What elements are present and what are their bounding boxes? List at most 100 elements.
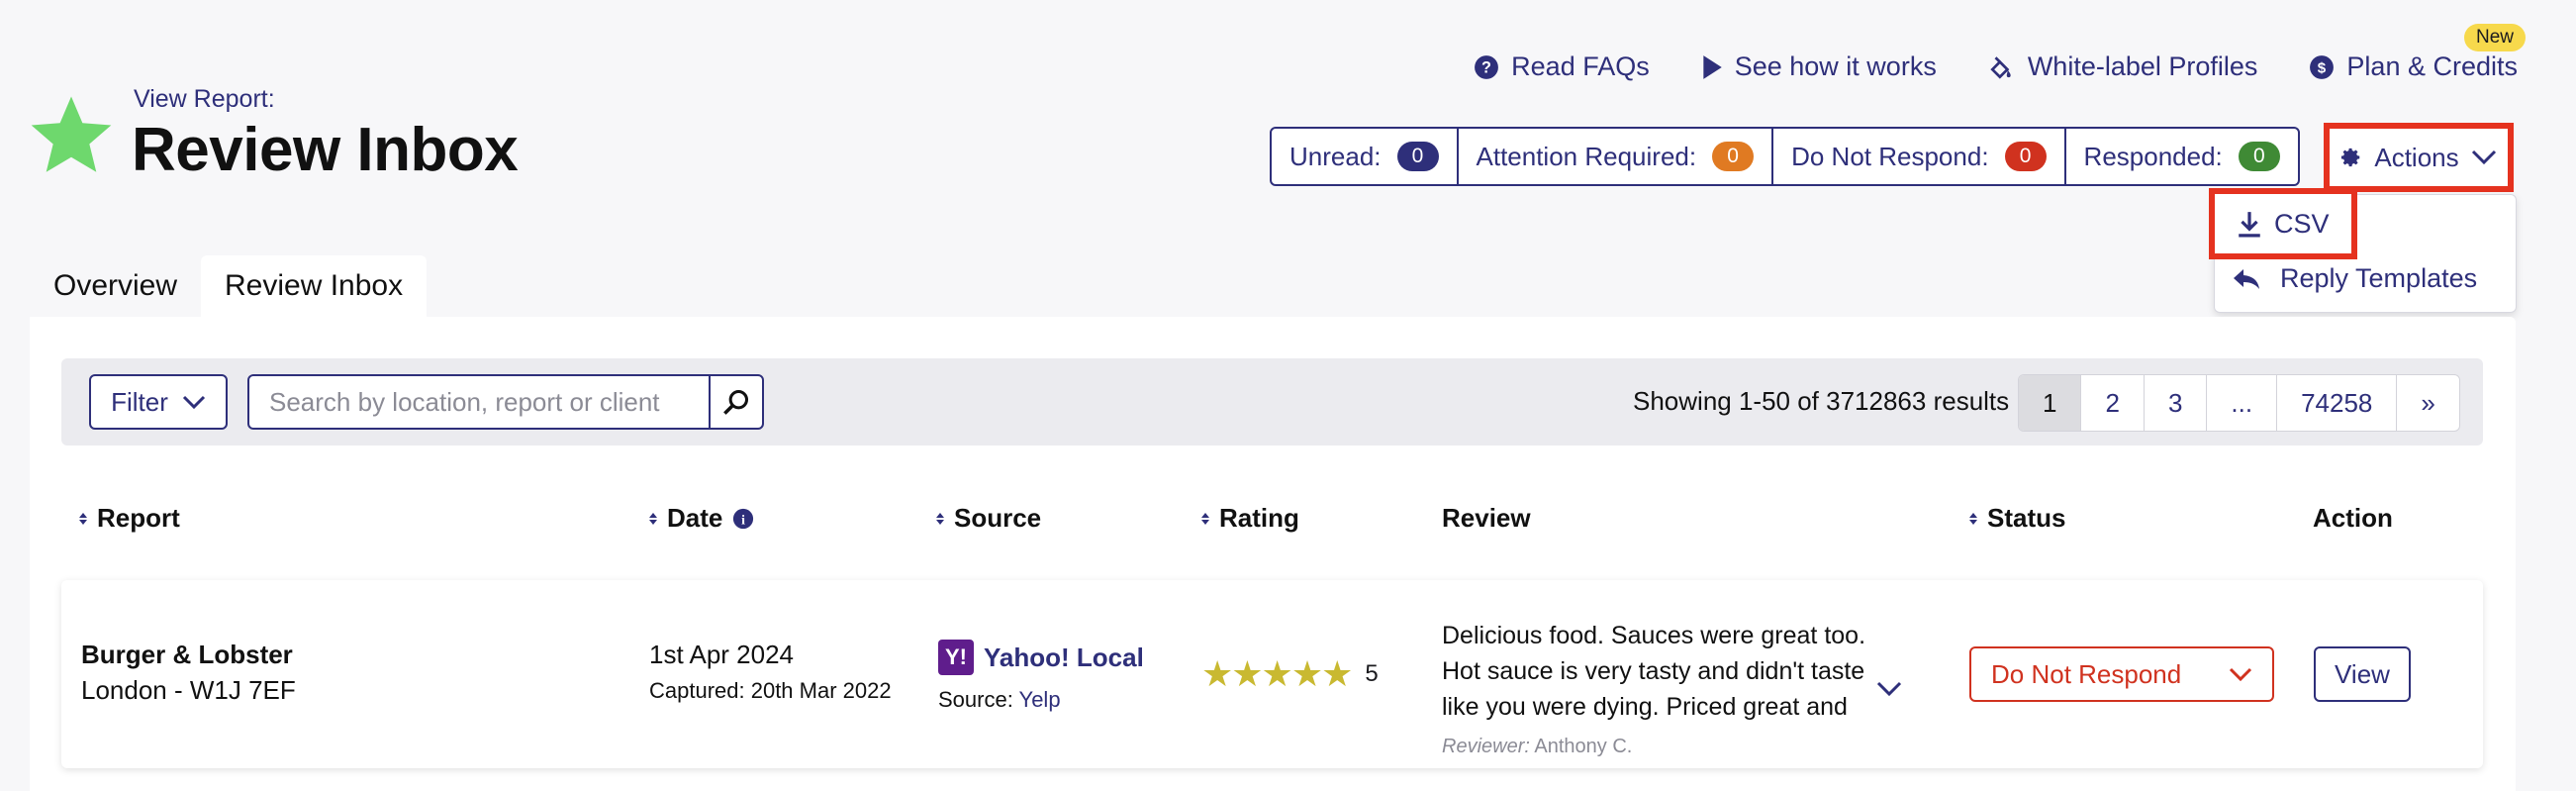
dollar-circle-icon: $ (2310, 54, 2335, 79)
csv-label: CSV (2274, 208, 2330, 239)
new-badge: New (2463, 24, 2526, 51)
page-ellipsis: ... (2207, 375, 2278, 431)
pagination: 1 2 3 ... 74258 » (2018, 374, 2460, 432)
search-button[interactable] (709, 376, 762, 428)
star-rating-icon: ★★★★★ (1201, 653, 1353, 694)
gear-icon (2341, 148, 2360, 167)
yahoo-logo-icon: Y! (938, 640, 974, 675)
cell-review: Delicious food. Sauces were great too. H… (1442, 618, 1907, 764)
source-sub-link[interactable]: Yelp (1019, 687, 1061, 712)
sort-icon (1969, 512, 1977, 525)
expand-review-chevron-icon[interactable] (1876, 681, 1902, 697)
status-attention-required[interactable]: Attention Required: 0 (1459, 129, 1774, 184)
status-do-not-respond[interactable]: Do Not Respond: 0 (1773, 129, 2066, 184)
chevron-down-icon (182, 395, 205, 409)
column-header-source-label: Source (954, 503, 1042, 533)
status-responded[interactable]: Responded: 0 (2066, 129, 2298, 184)
reply-templates-menu-item[interactable]: Reply Templates (2233, 263, 2477, 294)
tab-overview[interactable]: Overview (30, 255, 201, 317)
column-header-source[interactable]: Source (936, 503, 1041, 534)
reviewer: Reviewer: Anthony C. (1442, 729, 1907, 764)
read-faqs-link[interactable]: ? Read FAQs (1474, 51, 1650, 82)
chevron-down-icon (2471, 149, 2496, 165)
reply-icon (2234, 268, 2259, 289)
status-select-value: Do Not Respond (1991, 658, 2182, 689)
page-next-icon[interactable]: » (2397, 375, 2458, 431)
see-how-it-works-label: See how it works (1734, 51, 1937, 81)
source-sub: Source: Yelp (938, 687, 1144, 713)
top-links: ? Read FAQs See how it works White-label… (1474, 24, 2526, 82)
paint-brush-icon (1990, 55, 2011, 79)
reviewer-label: Reviewer: (1442, 736, 1530, 757)
status-dnr-label: Do Not Respond: (1791, 141, 1989, 171)
source-link[interactable]: Y! Yahoo! Local (938, 640, 1144, 675)
status-attention-count: 0 (1712, 142, 1755, 171)
status-responded-count: 0 (2238, 142, 2280, 171)
column-header-action: Action (2313, 503, 2393, 534)
report-location: London - W1J 7EF (81, 675, 296, 705)
search-icon (723, 389, 749, 415)
sort-icon (79, 512, 87, 525)
cell-date: 1st Apr 2024 Captured: 20th Mar 2022 (649, 640, 892, 704)
actions-button[interactable]: Actions (2324, 123, 2514, 192)
download-icon (2239, 212, 2260, 238)
review-text: Delicious food. Sauces were great too. H… (1442, 622, 1866, 721)
sort-icon (1201, 512, 1209, 525)
rating-value: 5 (1365, 660, 1379, 687)
white-label-profiles-link[interactable]: White-label Profiles (1988, 51, 2257, 82)
view-button[interactable]: View (2314, 646, 2411, 702)
status-unread-count: 0 (1396, 142, 1439, 171)
column-header-report[interactable]: Report (79, 503, 180, 534)
status-counts: Unread: 0 Attention Required: 0 Do Not R… (1270, 127, 2300, 186)
source-sub-label: Source: (938, 687, 1013, 712)
column-header-review-label: Review (1442, 503, 1531, 533)
read-faqs-label: Read FAQs (1511, 51, 1650, 81)
reply-templates-label: Reply Templates (2280, 263, 2478, 293)
plan-credits-label: Plan & Credits (2346, 51, 2518, 81)
status-select[interactable]: Do Not Respond (1969, 646, 2274, 702)
report-name: Burger & Lobster (81, 640, 293, 669)
cell-source: Y! Yahoo! Local Source: Yelp (938, 640, 1144, 713)
column-header-rating[interactable]: Rating (1201, 503, 1299, 534)
status-attention-label: Attention Required: (1476, 141, 1697, 171)
page-1[interactable]: 1 (2019, 375, 2082, 431)
svg-text:?: ? (1481, 58, 1491, 76)
plan-credits-link[interactable]: $ Plan & Credits New (2309, 24, 2526, 82)
see-how-it-works-link[interactable]: See how it works (1701, 51, 1937, 82)
actions-label: Actions (2374, 142, 2459, 172)
column-header-status-label: Status (1987, 503, 2066, 533)
page-last[interactable]: 74258 (2277, 375, 2398, 431)
search-input[interactable] (249, 376, 709, 428)
column-header-status[interactable]: Status (1969, 503, 2065, 534)
search-box (247, 374, 764, 430)
page-title: Review Inbox (132, 116, 519, 184)
info-icon[interactable]: i (732, 508, 754, 530)
view-report-label: View Report: (134, 85, 275, 113)
results-count: Showing 1-50 of 3712863 results (1633, 386, 2010, 416)
svg-text:i: i (741, 512, 745, 527)
review-date: 1st Apr 2024 (649, 640, 794, 669)
source-name: Yahoo! Local (984, 642, 1144, 672)
csv-menu-item[interactable]: CSV (2209, 188, 2357, 259)
page-3[interactable]: 3 (2145, 375, 2208, 431)
filter-button[interactable]: Filter (89, 374, 228, 430)
sort-icon (649, 512, 657, 525)
page-2[interactable]: 2 (2081, 375, 2145, 431)
column-header-rating-label: Rating (1219, 503, 1299, 533)
captured-date: Captured: 20th Mar 2022 (649, 678, 892, 703)
status-unread-label: Unread: (1289, 141, 1382, 171)
svg-text:$: $ (2318, 59, 2327, 76)
column-header-action-label: Action (2313, 503, 2393, 533)
status-responded-label: Responded: (2083, 141, 2223, 171)
question-circle-icon: ? (1475, 54, 1499, 79)
sort-icon (936, 512, 944, 525)
column-header-date[interactable]: Date i (649, 503, 754, 534)
status-dnr-count: 0 (2004, 142, 2047, 171)
status-unread[interactable]: Unread: 0 (1272, 129, 1459, 184)
play-icon (1703, 54, 1722, 79)
tab-review-inbox[interactable]: Review Inbox (201, 255, 428, 317)
chevron-down-icon (2229, 667, 2252, 681)
cell-report: Burger & Lobster London - W1J 7EF (81, 637, 296, 708)
column-header-review: Review (1442, 503, 1531, 534)
column-header-date-label: Date (667, 503, 723, 533)
